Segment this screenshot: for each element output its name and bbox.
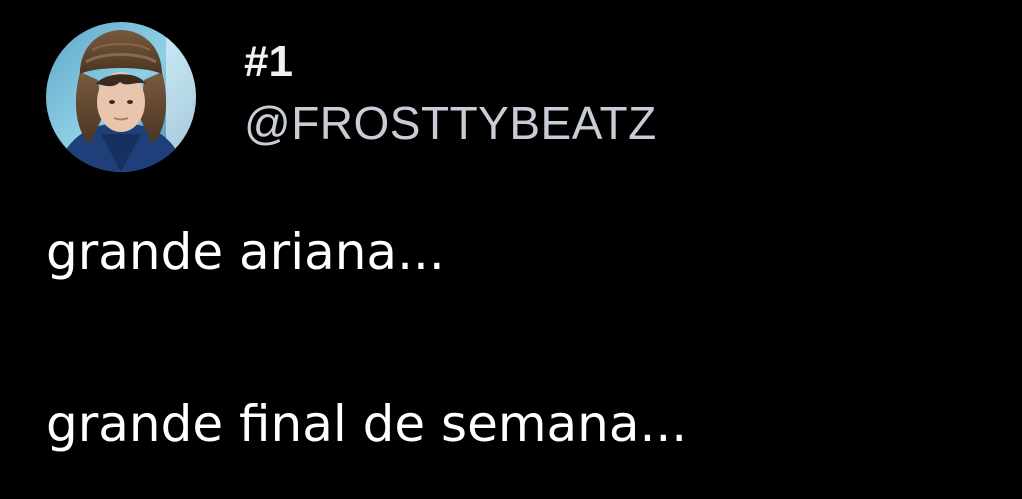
post-text: grande ariana... grande final de semana.… (46, 222, 976, 454)
post-text-line: grande final de semana... (46, 395, 688, 453)
post-text-line: grande ariana... (46, 223, 445, 281)
post-header: #1 @FROSTTYBEATZ (46, 22, 657, 172)
avatar-photo-icon (46, 22, 196, 172)
user-handle[interactable]: @FROSTTYBEATZ (244, 96, 657, 150)
author-names: #1 @FROSTTYBEATZ (244, 36, 657, 150)
avatar[interactable] (46, 22, 196, 172)
display-name[interactable]: #1 (244, 36, 657, 88)
post-card: #1 @FROSTTYBEATZ grande ariana... grande… (0, 0, 1022, 499)
